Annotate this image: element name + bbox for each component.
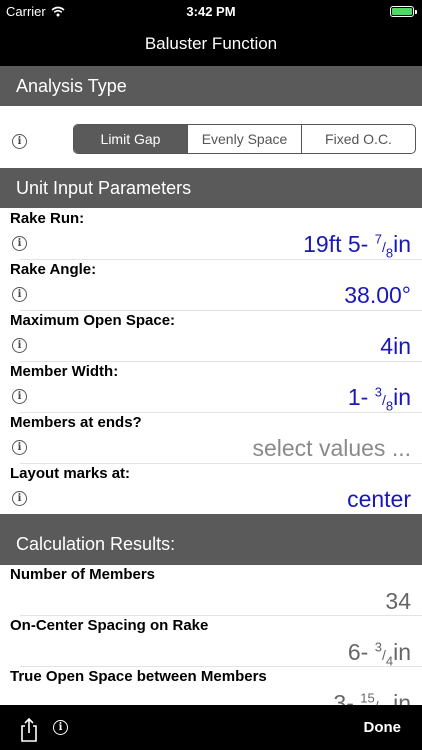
oc-spacing-frac-num: 3 xyxy=(374,639,382,655)
info-icon[interactable]: i xyxy=(12,236,27,251)
info-icon[interactable]: i xyxy=(12,389,27,404)
segment-limit-gap[interactable]: Limit Gap xyxy=(74,125,187,153)
layout-marks-value[interactable]: center xyxy=(347,486,411,513)
rake-angle-label: Rake Angle: xyxy=(10,261,97,278)
num-members-value: 34 xyxy=(385,588,411,614)
info-icon[interactable]: i xyxy=(12,338,27,353)
info-icon[interactable]: i xyxy=(12,440,27,455)
page-title: Baluster Function xyxy=(144,34,278,53)
calculation-results-header: Calculation Results: xyxy=(0,514,422,565)
rake-run-label: Rake Run: xyxy=(10,210,85,227)
layout-marks-label: Layout marks at: xyxy=(10,465,131,482)
done-button[interactable]: Done xyxy=(364,719,402,736)
rake-run-whole: 19ft 5- xyxy=(303,231,375,257)
bottom-toolbar: i Done xyxy=(0,705,422,750)
member-width-unit: in xyxy=(393,384,411,410)
separator xyxy=(20,310,422,311)
share-icon[interactable] xyxy=(20,717,38,743)
max-open-space-value[interactable]: 4in xyxy=(380,333,411,360)
oc-spacing-whole: 6- xyxy=(347,639,375,665)
unit-input-title: Unit Input Parameters xyxy=(16,178,192,198)
unit-input-header: Unit Input Parameters xyxy=(0,168,422,208)
member-width-value[interactable]: 1- 3/8in xyxy=(348,384,411,414)
battery-icon xyxy=(390,6,417,17)
true-open-space-label: True Open Space between Members xyxy=(10,668,267,685)
analysis-type-title: Analysis Type xyxy=(16,76,127,96)
rake-run-frac-num: 7 xyxy=(374,231,382,247)
max-open-space-label: Maximum Open Space: xyxy=(10,312,176,329)
info-icon[interactable]: i xyxy=(12,491,27,506)
status-time: 3:42 PM xyxy=(186,4,236,19)
rake-run-unit: in xyxy=(393,231,411,257)
member-width-whole: 1- xyxy=(347,384,375,410)
status-bar: Carrier 3:42 PM xyxy=(0,0,422,24)
separator xyxy=(20,615,422,616)
separator xyxy=(20,259,422,260)
rake-run-value[interactable]: 19ft 5- 7/8in xyxy=(303,231,411,261)
true-open-frac-num: 15 xyxy=(360,690,375,706)
info-icon[interactable]: i xyxy=(53,720,68,735)
members-at-ends-select[interactable]: select values ... xyxy=(252,435,411,462)
separator xyxy=(20,666,422,667)
rake-angle-value[interactable]: 38.00° xyxy=(344,282,411,309)
segment-fixed-oc[interactable]: Fixed O.C. xyxy=(301,125,415,153)
member-width-frac-num: 3 xyxy=(374,384,382,400)
members-at-ends-label: Members at ends? xyxy=(10,414,142,431)
analysis-type-header: Analysis Type xyxy=(0,66,422,106)
segment-evenly-space[interactable]: Evenly Space xyxy=(187,125,301,153)
oc-spacing-value: 6- 3/4in xyxy=(347,639,411,669)
nav-bar: Baluster Function xyxy=(0,24,422,66)
info-icon[interactable]: i xyxy=(12,134,27,149)
analysis-type-segmented-control[interactable]: Limit Gap Evenly Space Fixed O.C. xyxy=(73,124,416,154)
oc-spacing-unit: in xyxy=(393,639,411,665)
separator xyxy=(20,463,422,464)
member-width-label: Member Width: xyxy=(10,363,119,380)
num-members-label: Number of Members xyxy=(10,566,156,583)
calculation-results-title: Calculation Results: xyxy=(16,534,176,554)
oc-spacing-label: On-Center Spacing on Rake xyxy=(10,617,209,634)
separator xyxy=(20,361,422,362)
separator xyxy=(20,412,422,413)
info-icon[interactable]: i xyxy=(12,287,27,302)
